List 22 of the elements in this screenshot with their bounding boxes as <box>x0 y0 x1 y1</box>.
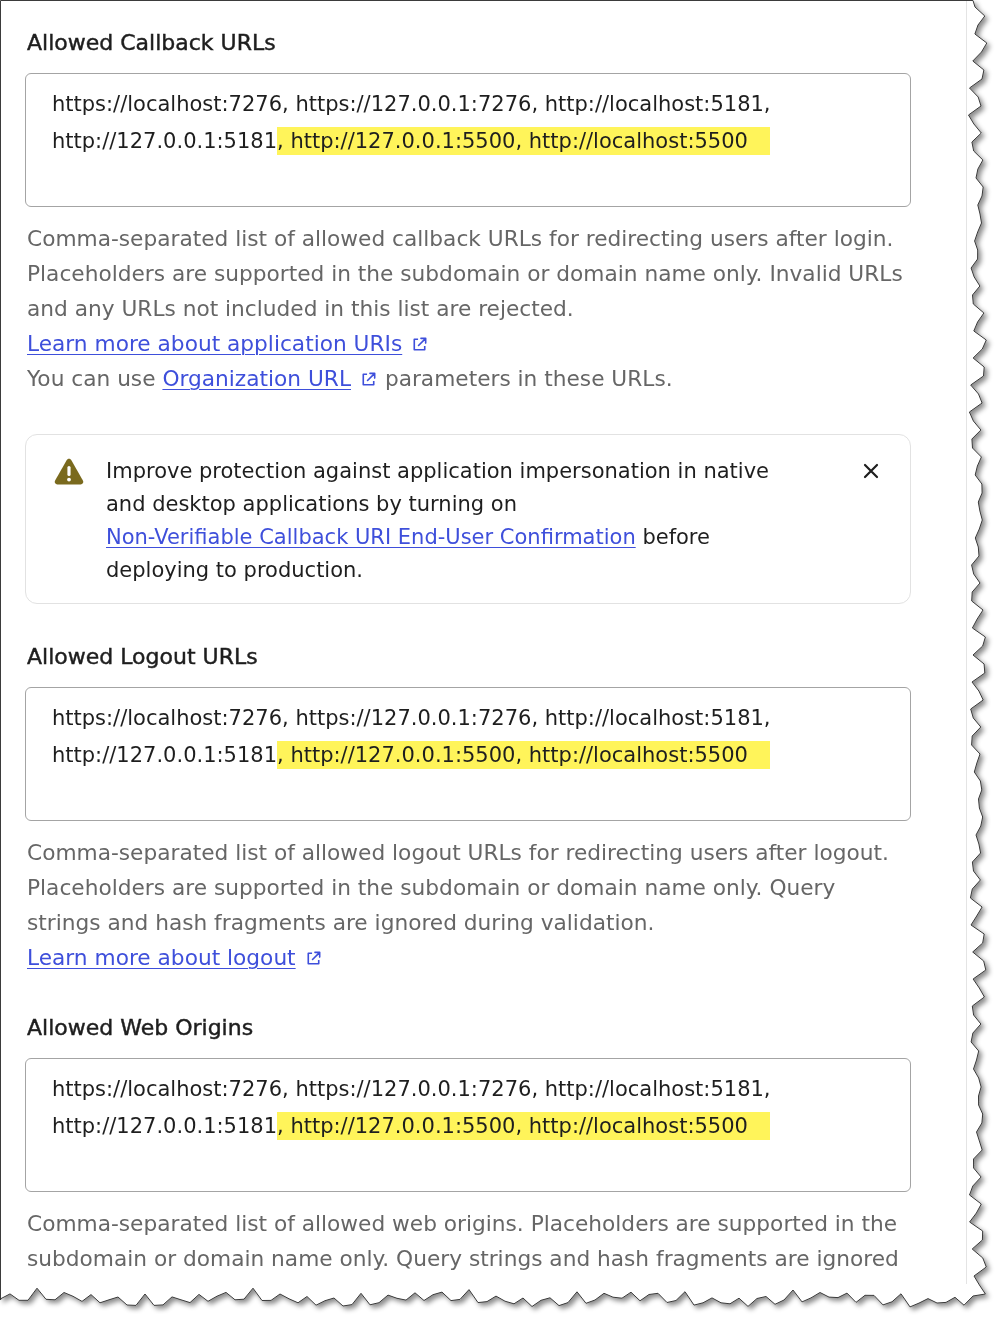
section-title: Allowed Logout URLs <box>27 643 258 671</box>
highlighted-text: , http://127.0.0.1:5500, http://localhost:5500 <box>277 1112 770 1140</box>
help-text: Comma-separated list of allowed callback URLs for redirecting users after login. Placeholders are supported in the subdomain or domain name only. Invalid URLs and any URLs not included in this list are rejected. <box>27 225 904 323</box>
url-list-field[interactable]: https://localhost:7276, https://127.0.0.1:7276, http://localhost:5181, http://127.0.0.1:5181, http://127.0.0.1:5500, http://localhost:5500 <box>25 687 911 821</box>
section-title: Allowed Web Origins <box>27 1014 254 1042</box>
help-text: You can use Organization URL parameters in these URLs. <box>27 365 673 393</box>
help-text: Comma-separated list of allowed web origins. Placeholders are supported in the subdomain or domain name only. Query strings and hash fragments are ignored <box>27 1210 900 1273</box>
alert-message: Improve protection against application impersonation in native and desktop applications by turning on Non-Verifiable Callback URI End-User Confirmation before deploying to production. <box>106 458 770 584</box>
external-link-icon <box>359 370 378 389</box>
url-list-field[interactable]: https://localhost:7276, https://127.0.0.1:7276, http://localhost:5181, http://127.0.0.1:5181, http://127.0.0.1:5500, http://localhost:5500 <box>25 73 911 207</box>
section-title: Allowed Callback URLs <box>27 29 276 57</box>
highlighted-text: , http://127.0.0.1:5500, http://localhost:5500 <box>277 127 770 155</box>
warning-icon <box>54 458 84 485</box>
highlighted-text: , http://127.0.0.1:5500, http://localhost:5500 <box>277 741 770 769</box>
help-text: Comma-separated list of allowed logout URLs for redirecting users after logout. Placeholders are supported in the subdomain or domain name only. Query strings and hash fragments are ignored during validation. <box>27 839 890 937</box>
inline-link[interactable]: Organization URL <box>162 366 378 391</box>
help-link[interactable]: Learn more about logout <box>27 945 323 970</box>
inline-link[interactable]: Non-Verifiable Callback URI End-User Confirmation <box>106 525 636 549</box>
url-list-field[interactable]: https://localhost:7276, https://127.0.0.1:7276, http://localhost:5181, http://127.0.0.1:5181, http://127.0.0.1:5500, http://localhost:5500 <box>25 1058 911 1192</box>
close-icon <box>863 463 879 479</box>
help-link[interactable]: Learn more about application URIs <box>27 331 430 356</box>
close-button[interactable] <box>861 461 881 481</box>
